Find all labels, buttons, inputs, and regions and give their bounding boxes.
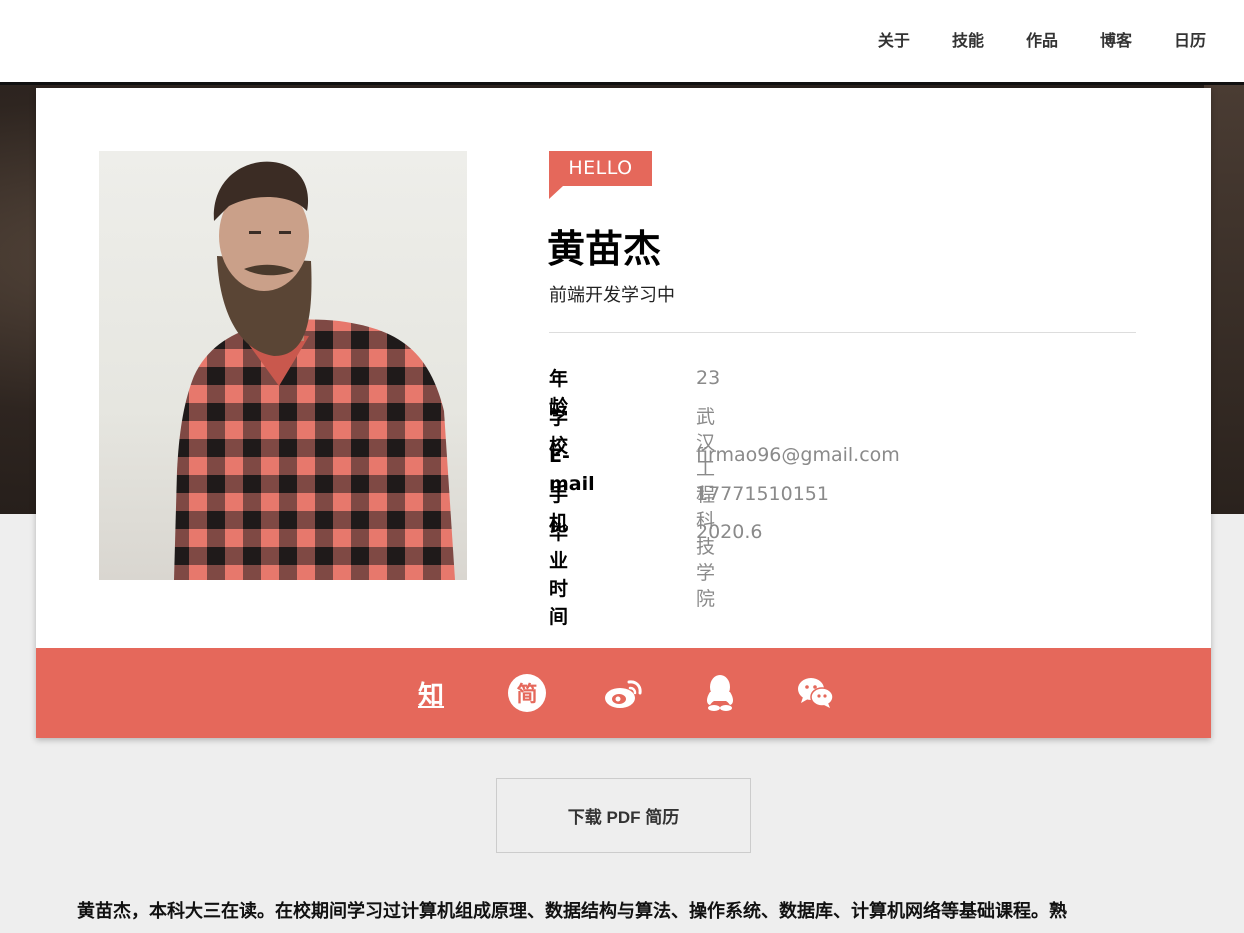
info-value: firmao96@gmail.com xyxy=(696,444,900,466)
divider xyxy=(549,332,1136,333)
profile-photo xyxy=(99,151,467,580)
nav-link-works[interactable]: 作品 xyxy=(1026,29,1058,53)
download-pdf-button[interactable]: 下载 PDF 简历 xyxy=(496,778,751,853)
nav-link-blog[interactable]: 博客 xyxy=(1100,29,1132,53)
qq-icon[interactable] xyxy=(700,673,740,713)
zhihu-icon[interactable]: 知 xyxy=(411,673,451,713)
profile-name: 黄苗杰 xyxy=(547,227,662,271)
info-value: 2020.6 xyxy=(696,521,763,543)
jianshu-icon[interactable]: 简 xyxy=(507,673,547,713)
info-value: 武汉工程科技学院 xyxy=(696,405,716,610)
nav-link-skills[interactable]: 技能 xyxy=(952,29,984,53)
profile-subtitle: 前端开发学习中 xyxy=(549,285,675,306)
nav-link-calendar[interactable]: 日历 xyxy=(1174,29,1206,53)
nav-link-about[interactable]: 关于 xyxy=(878,29,910,53)
jianshu-glyph-circle: 简 xyxy=(508,674,546,712)
wechat-icon[interactable] xyxy=(796,673,836,713)
main-nav: 关于 技能 作品 博客 日历 xyxy=(878,29,1244,53)
info-value: 23 xyxy=(696,367,721,389)
bio-text: 黄苗杰，本科大三在读。在校期间学习过计算机组成原理、数据结构与算法、操作系统、数… xyxy=(77,901,1067,922)
info-value: 17771510151 xyxy=(696,482,829,505)
social-bar: 知 简 xyxy=(36,648,1211,738)
zhihu-glyph: 知 xyxy=(417,680,444,711)
top-navbar: 关于 技能 作品 博客 日历 xyxy=(0,0,1244,85)
info-label: 毕业时间 xyxy=(549,522,569,628)
profile-card: HELLO 黄苗杰 前端开发学习中 年龄 23 学校 武汉工程科技学院 E-ma… xyxy=(36,88,1211,738)
jianshu-glyph: 简 xyxy=(516,682,538,706)
hello-badge: HELLO xyxy=(549,151,652,199)
weibo-icon[interactable] xyxy=(603,673,643,713)
